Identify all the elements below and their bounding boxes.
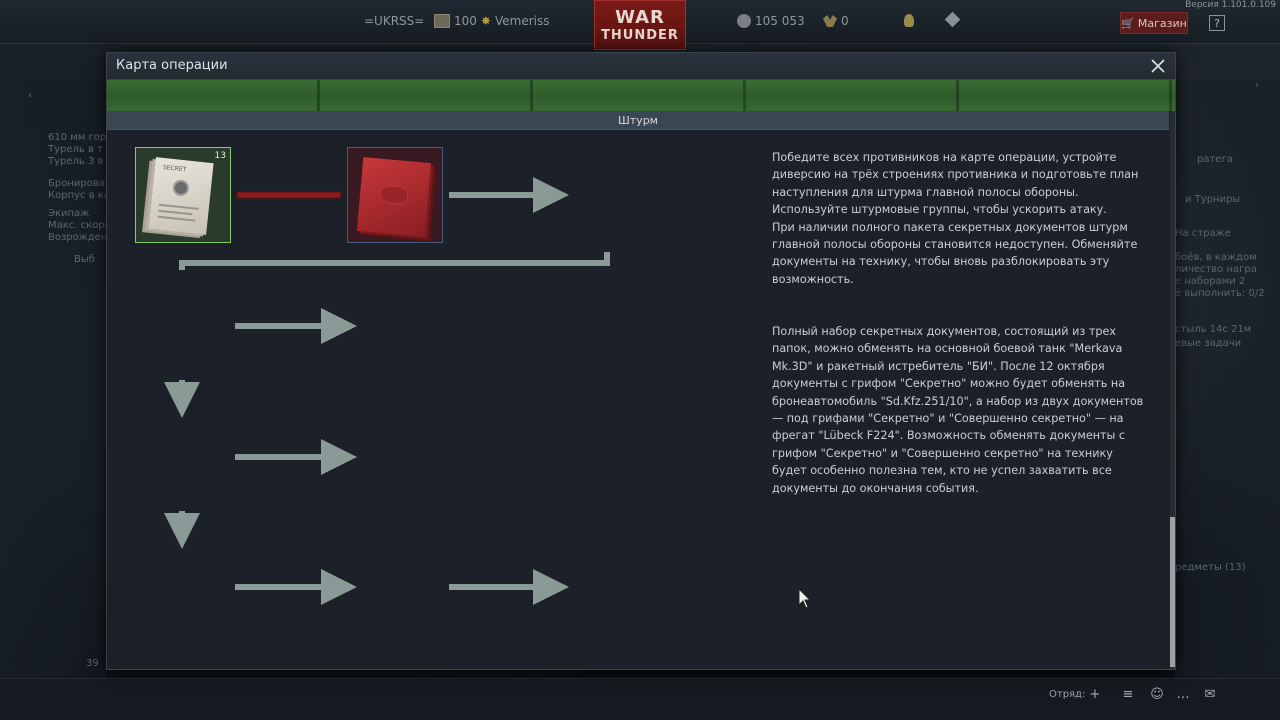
clan-tag: =UKRSS= — [364, 14, 425, 28]
chat-icon[interactable]: … — [1176, 688, 1190, 702]
lightbulb-icon — [904, 14, 914, 27]
mouse-cursor-icon — [798, 588, 812, 609]
right-panel-line: стыль 14с 21м — [1175, 324, 1252, 335]
eagle-icon — [823, 15, 837, 27]
left-panel-line: Макс. скоро — [48, 220, 111, 231]
hangar-left-panel: ‹ 610 мм горм Турель в т Турель 3 в Брон… — [0, 80, 124, 680]
red-folder-icon — [356, 157, 432, 237]
left-panel-line: Турель 3 в — [48, 156, 104, 167]
right-panel-line: редметы (13) — [1175, 562, 1246, 573]
close-icon — [1151, 59, 1165, 73]
return-path — [179, 252, 610, 270]
operation-description: Победите всех противников на карте опера… — [772, 149, 1148, 497]
right-panel-line: На страже — [1175, 228, 1231, 239]
premium-button[interactable] — [904, 14, 914, 27]
right-panel-line: личество награ — [1175, 264, 1257, 275]
stamp-icon — [172, 179, 190, 197]
left-panel-line: 610 мм горм — [48, 132, 114, 143]
add-squad-icon[interactable]: + — [1088, 688, 1102, 702]
right-panel-line: боёв, в каждом — [1175, 252, 1257, 263]
hangar-right-panel: › ратега и Турниры На страже боёв, в каж… — [1175, 80, 1280, 680]
right-panel-line: ратега — [1197, 154, 1233, 165]
chevron-left-icon: ‹ — [28, 90, 32, 101]
silver-lions-value: 105 053 — [755, 14, 805, 28]
bottom-bar: Отряд: + ≡ ☺ … ✉ — [0, 678, 1280, 720]
description-paragraph: Полный набор секретных документов, состо… — [772, 325, 1144, 495]
help-button[interactable]: ? — [1209, 15, 1225, 31]
logo-line-2: THUNDER — [601, 27, 679, 43]
document-count: 13 — [214, 151, 226, 161]
document-stamp-text: SECRET — [162, 163, 187, 174]
description-paragraph: При наличии полного пакета секретных док… — [772, 220, 1138, 286]
map-strip — [107, 80, 1175, 111]
shop-button[interactable]: 🛒 Магазин — [1120, 12, 1188, 34]
description-paragraph: Победите всех противников на карте опера… — [772, 151, 1139, 217]
cart-icon: 🛒 — [1121, 16, 1135, 30]
game-logo: WAR THUNDER — [594, 0, 686, 50]
assault-folder-node[interactable] — [347, 147, 443, 243]
player-name: Vemeriss — [494, 14, 550, 28]
wallet-button[interactable] — [944, 11, 961, 28]
modal-title: Карта операции — [116, 58, 228, 73]
golden-eagles-value: 0 — [841, 14, 849, 28]
secret-documents-node[interactable]: SECRET 13 — [135, 147, 231, 243]
player-rank[interactable]: 100 ✸ Vemeriss — [434, 14, 549, 28]
scrollbar-thumb[interactable] — [1170, 517, 1175, 667]
right-panel-line: евые задачи — [1175, 338, 1242, 349]
right-panel-line: и Турниры — [1185, 194, 1241, 205]
modal-header: Карта операции — [107, 53, 1175, 80]
close-button[interactable] — [1147, 55, 1169, 77]
silver-lion-icon — [737, 14, 751, 28]
logo-line-1: WAR — [615, 6, 665, 28]
document-icon: SECRET — [148, 157, 214, 235]
squad-label: Отряд: — [1049, 689, 1086, 700]
diamond-icon — [944, 11, 961, 28]
chevron-right-icon: › — [1255, 80, 1259, 91]
right-panel-line: ё выполнить: 0/2 — [1175, 288, 1265, 299]
operation-map-content: SECRET 13 Победите всех противников на к… — [107, 130, 1169, 669]
operation-map-modal: Карта операции Штурм SECRET 13 Победите … — [106, 52, 1176, 670]
active-path-segment — [236, 191, 342, 199]
rank-value: 100 — [454, 14, 477, 28]
star-icon: ✸ — [480, 14, 491, 28]
golden-eagles[interactable]: 0 — [823, 14, 849, 28]
scrollbar[interactable] — [1170, 111, 1175, 669]
left-panel-line: Экипаж — [48, 208, 90, 219]
rank-icon — [434, 14, 450, 28]
silver-lions[interactable]: 105 053 — [737, 14, 805, 28]
emblem-icon — [379, 184, 409, 206]
left-panel-line: Корпус в ка — [48, 190, 110, 201]
vehicle-count: 39 — [86, 658, 99, 669]
left-panel-line: Турель в т — [48, 144, 103, 155]
section-title: Штурм — [107, 111, 1169, 130]
contacts-icon[interactable]: ☺ — [1150, 688, 1164, 702]
version-label: Версия 1.101.0.109 — [1185, 0, 1276, 10]
mail-icon[interactable]: ✉ — [1203, 688, 1217, 702]
shop-label: Магазин — [1137, 16, 1187, 30]
right-panel-line: е наборами 2 — [1175, 276, 1246, 287]
list-icon[interactable]: ≡ — [1121, 688, 1135, 702]
left-panel-line: Выб — [74, 254, 95, 265]
